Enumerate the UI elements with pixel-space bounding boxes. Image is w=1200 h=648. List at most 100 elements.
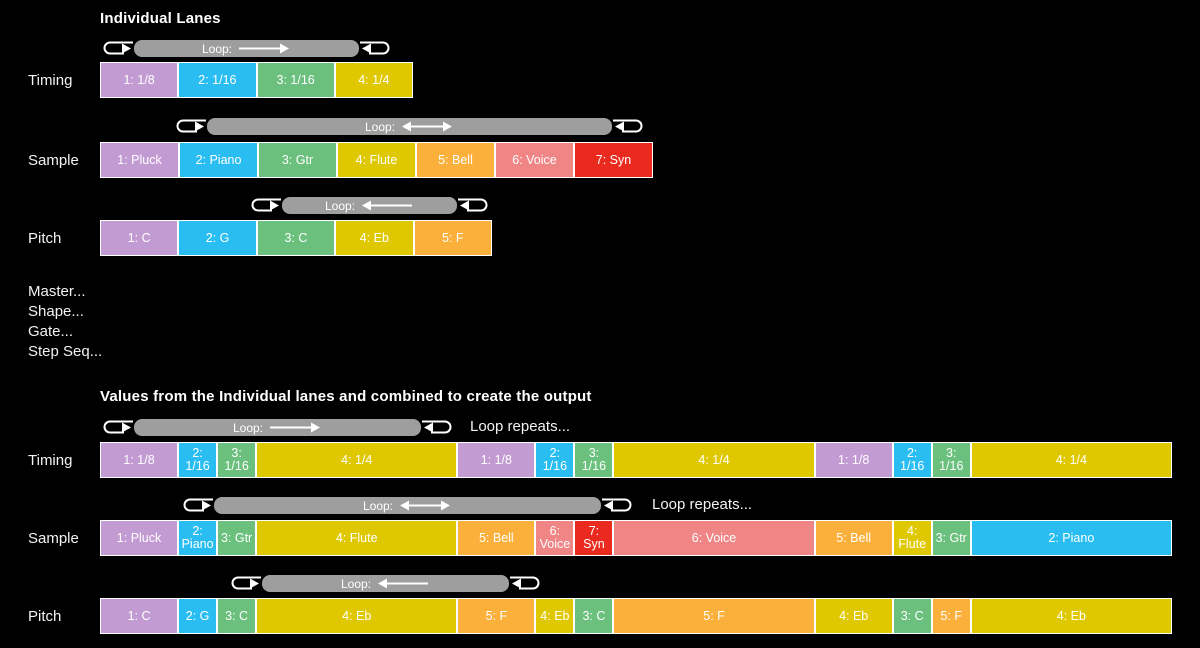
loop-bar-timing-combined[interactable]: Loop: [100,418,455,437]
loop-start-hook-icon [228,574,262,593]
step-cell[interactable]: 6: Voice [495,142,574,178]
loop-end-hook-icon [359,39,393,58]
lane-label-pitch-individual: Pitch [28,230,62,247]
step-cell[interactable]: 5: F [413,220,492,256]
loop-bar-pitch-individual[interactable]: Loop: [248,196,491,215]
step-cell[interactable]: 3: 1/16 [217,442,257,478]
lane-label-sample-individual: Sample [28,152,79,169]
step-cell[interactable]: 2: G [178,220,257,256]
step-cell[interactable]: 6: Voice [535,520,575,556]
step-cell[interactable]: 4: Eb [256,598,458,634]
parameter-item[interactable]: Master... [28,282,102,302]
loop-start-hook-icon [100,39,134,58]
loop-label: Loop: [364,119,396,134]
step-cell[interactable]: 7: Syn [574,142,653,178]
loop-label: Loop: [340,576,372,591]
step-cell[interactable]: 2: 1/16 [178,442,218,478]
lane-timing-combined[interactable]: 1: 1/8 2: 1/16 3: 1/16 4: 1/4 1: 1/8 2: 1/16 3… [100,442,1172,478]
step-cell[interactable]: 4: Eb [814,598,893,634]
step-cell[interactable]: 1: C [100,598,179,634]
step-cell[interactable]: 2: 1/16 [892,442,932,478]
loop-direction-pingpong-icon [402,121,453,132]
parameter-item[interactable]: Step Seq... [28,342,102,362]
loop-label: Loop: [201,41,233,56]
step-cell[interactable]: 4: 1/4 [970,442,1172,478]
step-cell[interactable]: 5: F [613,598,815,634]
step-cell[interactable]: 3: C [574,598,614,634]
loop-range[interactable]: Loop: [134,40,359,57]
step-cell[interactable]: 4: Flute [337,142,416,178]
step-cell[interactable]: 1: 1/8 [814,442,893,478]
step-cell[interactable]: 5: Bell [457,520,536,556]
step-cell[interactable]: 6: Voice [613,520,815,556]
loop-range[interactable]: Loop: [207,118,612,135]
loop-range[interactable]: Loop: [282,197,457,214]
step-cell[interactable]: 1: C [100,220,179,256]
step-cell[interactable]: 4: 1/4 [334,62,413,98]
step-cell[interactable]: 2: Piano [179,142,258,178]
step-cell[interactable]: 4: 1/4 [256,442,458,478]
lane-label-timing-combined: Timing [28,452,73,469]
step-cell[interactable]: 3: 1/16 [256,62,335,98]
lane-timing-individual[interactable]: 1: 1/8 2: 1/16 3: 1/16 4: 1/4 [100,62,413,98]
loop-label: Loop: [362,498,394,513]
lane-pitch-combined[interactable]: 1: C 2: G 3: C 4: Eb 5: F 4: Eb 3: C 5: F 4: Eb 3… [100,598,1172,634]
parameter-item[interactable]: Shape... [28,302,102,322]
loop-start-hook-icon [180,496,214,515]
loop-bar-sample-combined[interactable]: Loop: [180,496,635,515]
lane-sample-combined[interactable]: 1: Pluck 2: Piano 3: Gtr 4: Flute 5: Bell 6: … [100,520,1172,556]
loop-label: Loop: [324,198,356,213]
loop-bar-sample-individual[interactable]: Loop: [173,117,646,136]
step-cell[interactable]: 1: 1/8 [100,62,179,98]
lane-label-timing-individual: Timing [28,72,73,89]
step-cell[interactable]: 4: Eb [335,220,414,256]
parameter-item[interactable]: Gate... [28,322,102,342]
step-cell[interactable]: 3: Gtr [931,520,971,556]
step-cell[interactable]: 2: 1/16 [178,62,257,98]
loop-end-hook-icon [612,117,646,136]
loop-repeats-note: Loop repeats... [470,418,571,435]
loop-label: Loop: [232,420,264,435]
loop-bar-pitch-combined[interactable]: Loop: [228,574,543,593]
loop-direction-forward-icon [270,422,321,433]
loop-direction-forward-icon [239,43,290,54]
loop-range[interactable]: Loop: [262,575,509,592]
step-cell[interactable]: 2: Piano [178,520,218,556]
step-cell[interactable]: 1: Pluck [100,142,179,178]
step-cell[interactable]: 5: F [931,598,971,634]
loop-start-hook-icon [248,196,282,215]
step-cell[interactable]: 2: Piano [970,520,1172,556]
step-cell[interactable]: 3: Gtr [258,142,337,178]
loop-direction-pingpong-icon [400,500,451,511]
step-cell[interactable]: 3: C [256,220,336,256]
step-cell[interactable]: 4: 1/4 [613,442,815,478]
lane-pitch-individual[interactable]: 1: C 2: G 3: C 4: Eb 5: F [100,220,492,256]
step-cell[interactable]: 5: Bell [814,520,893,556]
step-cell[interactable]: 3: C [217,598,257,634]
loop-bar-timing-individual[interactable]: Loop: [100,39,393,58]
step-cell[interactable]: 1: Pluck [100,520,179,556]
combined-output-heading: Values from the Individual lanes and com… [100,388,592,405]
step-cell[interactable]: 4: Flute [892,520,932,556]
loop-end-hook-icon [509,574,543,593]
step-cell[interactable]: 3: 1/16 [931,442,971,478]
step-cell[interactable]: 7: Syn [574,520,614,556]
loop-range[interactable]: Loop: [214,497,601,514]
step-cell[interactable]: 4: Eb [535,598,575,634]
lane-label-pitch-combined: Pitch [28,608,62,625]
step-cell[interactable]: 1: 1/8 [457,442,536,478]
step-cell[interactable]: 4: Flute [256,520,458,556]
step-cell[interactable]: 3: 1/16 [574,442,614,478]
loop-direction-reverse-icon [362,200,413,211]
step-cell[interactable]: 4: Eb [970,598,1172,634]
step-cell[interactable]: 5: F [457,598,536,634]
loop-range[interactable]: Loop: [134,419,421,436]
step-cell[interactable]: 2: G [178,598,218,634]
step-cell[interactable]: 2: 1/16 [535,442,575,478]
lane-sample-individual[interactable]: 1: Pluck 2: Piano 3: Gtr 4: Flute 5: Bell 6: … [100,142,653,178]
loop-repeats-note: Loop repeats... [652,496,753,513]
step-cell[interactable]: 3: C [892,598,932,634]
step-cell[interactable]: 5: Bell [416,142,495,178]
step-cell[interactable]: 3: Gtr [217,520,257,556]
step-cell[interactable]: 1: 1/8 [100,442,179,478]
